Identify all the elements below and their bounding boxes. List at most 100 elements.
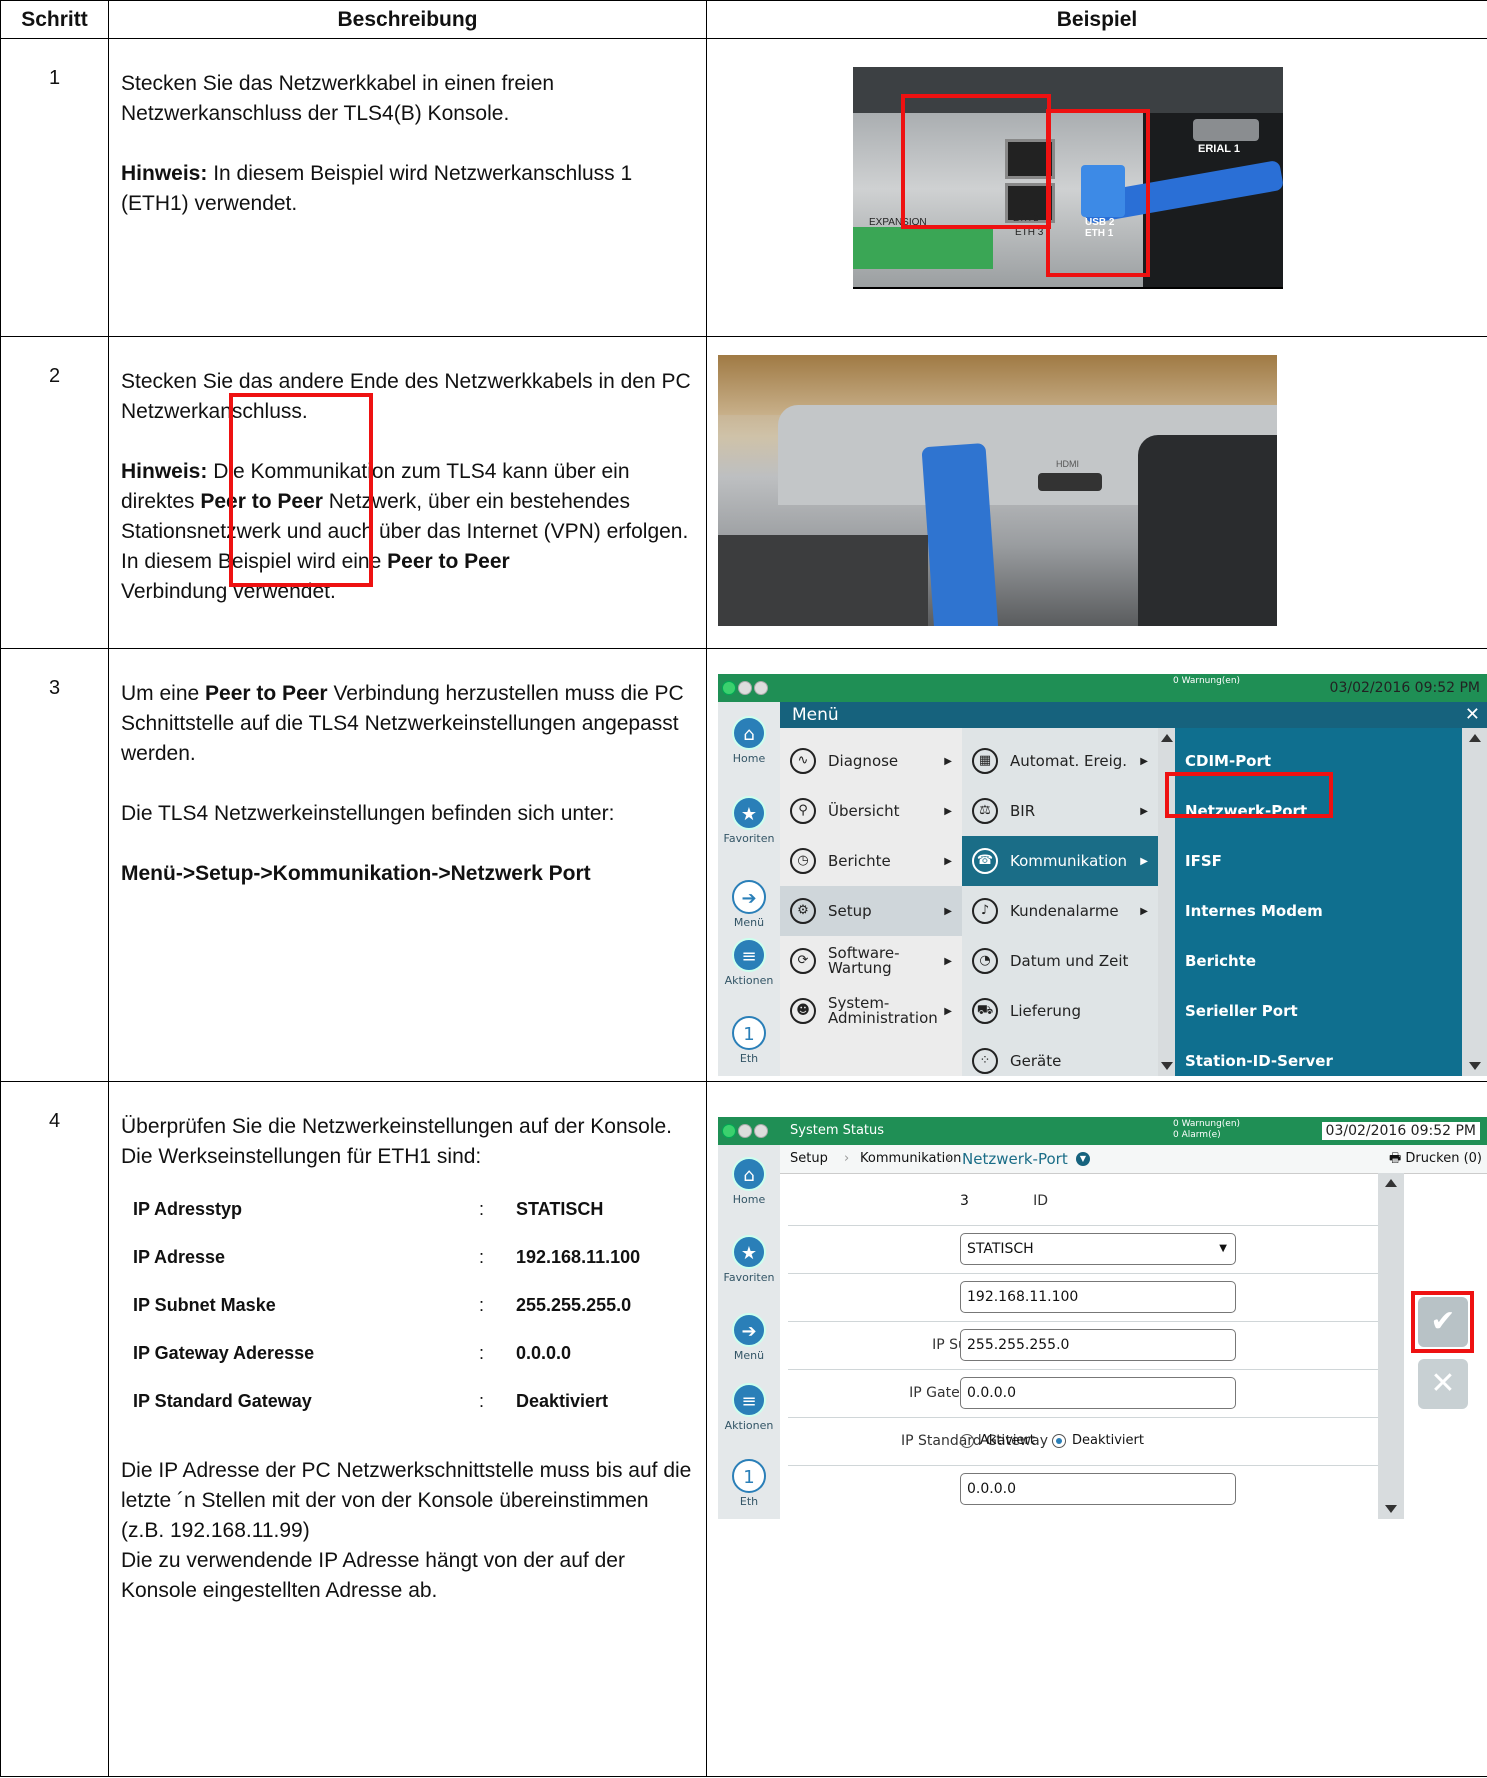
menu-item[interactable]: Berichte xyxy=(1175,936,1462,986)
step-text: Überprüfen Sie die Netzwerkeinstellungen… xyxy=(121,1115,672,1168)
status-date: 03/02/2016 09:52 PM xyxy=(1329,680,1480,696)
subnet-mask-input[interactable]: 255.255.255.0 xyxy=(960,1329,1236,1361)
setting-row: IP Gateway Aderesse: 0.0.0.0 xyxy=(133,1338,640,1386)
dns-input[interactable]: 0.0.0.0 xyxy=(960,1473,1236,1505)
step-example: HDMI xyxy=(706,336,1487,649)
sidebar-menu[interactable]: ➔ Menü xyxy=(718,1313,780,1362)
diagnose-icon: ∿ xyxy=(790,748,816,774)
devices-icon: ⁘ xyxy=(972,1048,998,1074)
step-text: Die IP Adresse der PC Netzwerkschnittste… xyxy=(121,1459,692,1542)
step-row: 4 Überprüfen Sie die Netzwerkeinstellung… xyxy=(0,1081,1487,1777)
radio-activated[interactable]: Aktiviert xyxy=(960,1417,1035,1465)
setting-value: STATISCH xyxy=(516,1199,604,1219)
form-row: Primäre DNS0.0.0.0 xyxy=(788,1465,1378,1513)
chevron-down-icon[interactable] xyxy=(1469,1062,1481,1070)
serial-connector xyxy=(1193,119,1259,141)
clock-icon: ◷ xyxy=(790,848,816,874)
menu-path: Menü->Setup->Kommunikation->Netzwerk Por… xyxy=(121,862,591,885)
setting-value: 255.255.255.0 xyxy=(516,1295,632,1315)
radio-label: Aktiviert xyxy=(980,1433,1035,1448)
setting-row: IP Adresse: 192.168.11.100 xyxy=(133,1242,640,1290)
clock-icon: ◔ xyxy=(972,948,998,974)
setting-value: 0.0.0.0 xyxy=(516,1343,572,1363)
status-light xyxy=(722,681,736,695)
chevron-right-icon: ▶ xyxy=(944,1005,952,1017)
menu-item[interactable]: ⟳ Software- Wartung ▶ xyxy=(780,936,962,986)
menu-item[interactable]: ⁘ Geräte xyxy=(962,1036,1158,1076)
menu-item-label: Lieferung xyxy=(1010,1002,1081,1020)
setting-sep: : xyxy=(479,1343,485,1363)
status-date: 03/02/2016 09:52 PM xyxy=(1321,1122,1480,1140)
sidebar-actions[interactable]: ≡ Aktionen xyxy=(718,938,780,987)
sidebar-menu[interactable]: ➔ Menü xyxy=(718,880,780,929)
chevron-up-icon[interactable] xyxy=(1469,734,1481,742)
print-button[interactable]: 🖶 Drucken (0) xyxy=(1389,1145,1482,1173)
menu-item[interactable]: ⚲ Übersicht ▶ xyxy=(780,786,962,836)
scrollbar[interactable] xyxy=(1378,1173,1404,1519)
ip-address-input[interactable]: 192.168.11.100 xyxy=(960,1281,1236,1313)
chevron-up-icon[interactable] xyxy=(1161,734,1173,742)
menu-item-setup[interactable]: ⚙ Setup ▶ xyxy=(780,886,962,936)
menu-item[interactable]: ⛟ Lieferung xyxy=(962,986,1158,1036)
menu-item-communication[interactable]: ☎ Kommunikation ▶ xyxy=(962,836,1158,886)
menu-item[interactable]: Serieller Port xyxy=(1175,986,1462,1036)
menu-item[interactable]: Station-ID-Server xyxy=(1175,1036,1462,1076)
step-text: Um eine Peer to Peer Verbindung herzuste… xyxy=(121,679,696,769)
ip-type-select[interactable]: STATISCH ▼ xyxy=(960,1233,1236,1265)
radio-deactivated[interactable]: Deaktiviert xyxy=(1052,1417,1144,1465)
chevron-down-icon[interactable] xyxy=(1385,1505,1397,1513)
breadcrumb-setup[interactable]: Setup xyxy=(790,1145,828,1173)
close-icon[interactable]: ✕ xyxy=(1465,702,1480,728)
chevron-up-icon[interactable] xyxy=(1385,1179,1397,1187)
menu-item[interactable]: ◔ Datum und Zeit xyxy=(962,936,1158,986)
menu-item[interactable]: ⚖ BIR ▶ xyxy=(962,786,1158,836)
step-example: 0 Warnung(en) 03/02/2016 09:52 PM ⌂ Home … xyxy=(706,648,1487,1082)
alarm-count: 0 Alarm(e) xyxy=(1173,1130,1221,1140)
status-bar: System Status 0 Warnung(en) 0 Alarm(e) 0… xyxy=(718,1117,1487,1145)
menu-item[interactable]: ♪ Kundenalarme ▶ xyxy=(962,886,1158,936)
setting-label: IP Gateway Aderesse xyxy=(133,1343,315,1363)
setting-label: IP Subnet Maske xyxy=(133,1295,276,1315)
breadcrumb-network-port[interactable]: Netzwerk-Port xyxy=(962,1145,1068,1173)
star-icon: ★ xyxy=(732,1235,766,1269)
sidebar-favorites[interactable]: ★ Favoriten xyxy=(718,1235,780,1284)
id-value: 3 xyxy=(960,1193,969,1209)
overview-icon: ⚲ xyxy=(790,798,816,824)
event-icon: ▦ xyxy=(972,748,998,774)
scrollbar[interactable] xyxy=(1462,728,1487,1076)
ui-sidebar: ⌂ Home ★ Favoriten ➔ Menü ≡ Aktionen 1 Eth xyxy=(718,1145,780,1519)
home-icon: ⌂ xyxy=(732,1157,766,1191)
menu-item[interactable]: ☻ System- Administration ▶ xyxy=(780,986,962,1036)
menu-item-label: Kundenalarme xyxy=(1010,902,1119,920)
chevron-right-icon: ▶ xyxy=(944,955,952,967)
sidebar-home[interactable]: ⌂ Home xyxy=(718,716,780,765)
radio-circle xyxy=(1052,1433,1066,1448)
menu-item[interactable]: IFSF xyxy=(1175,836,1462,886)
menu-item[interactable]: Internes Modem xyxy=(1175,886,1462,936)
sidebar-label: Favoriten xyxy=(723,832,775,845)
warning-count: 0 Warnung(en) xyxy=(1173,1119,1241,1129)
menu-item[interactable]: ◷ Berichte ▶ xyxy=(780,836,962,886)
menu-item[interactable]: ▦ Automat. Ereig. ▶ xyxy=(962,736,1158,786)
ui-sidebar: ⌂ Home ★ Favoriten ➔ Menü ≡ Aktionen 1 Eth xyxy=(718,702,780,1076)
menu-item-label: Automat. Ereig. xyxy=(1010,752,1128,770)
select-value: STATISCH xyxy=(967,1241,1034,1257)
sidebar-home[interactable]: ⌂ Home xyxy=(718,1157,780,1206)
form-row: IP Adresse192.168.11.100 xyxy=(788,1273,1378,1322)
sidebar-actions[interactable]: ≡ Aktionen xyxy=(718,1383,780,1432)
status-light xyxy=(754,681,768,695)
menu-item[interactable]: ∿ Diagnose ▶ xyxy=(780,736,962,786)
gateway-input[interactable]: 0.0.0.0 xyxy=(960,1377,1236,1409)
form-row: IP Gateway-Adresse0.0.0.0 xyxy=(788,1369,1378,1418)
chevron-right-icon: ▶ xyxy=(944,755,952,767)
sidebar-favorites[interactable]: ★ Favoriten xyxy=(718,796,780,845)
sidebar-eth[interactable]: 1 Eth xyxy=(718,1459,780,1508)
cancel-button[interactable]: ✕ xyxy=(1418,1359,1468,1409)
chevron-down-icon[interactable] xyxy=(1161,1062,1173,1070)
chevron-down-icon[interactable]: ▼ xyxy=(1076,1152,1090,1166)
status-light xyxy=(738,1124,752,1138)
sidebar-eth[interactable]: 1 Eth xyxy=(718,1016,780,1065)
step-description: Stecken Sie das Netzwerkkabel in einen f… xyxy=(108,38,707,337)
text-bold: Peer to Peer xyxy=(205,682,328,705)
setting-value: 192.168.11.100 xyxy=(516,1247,641,1267)
